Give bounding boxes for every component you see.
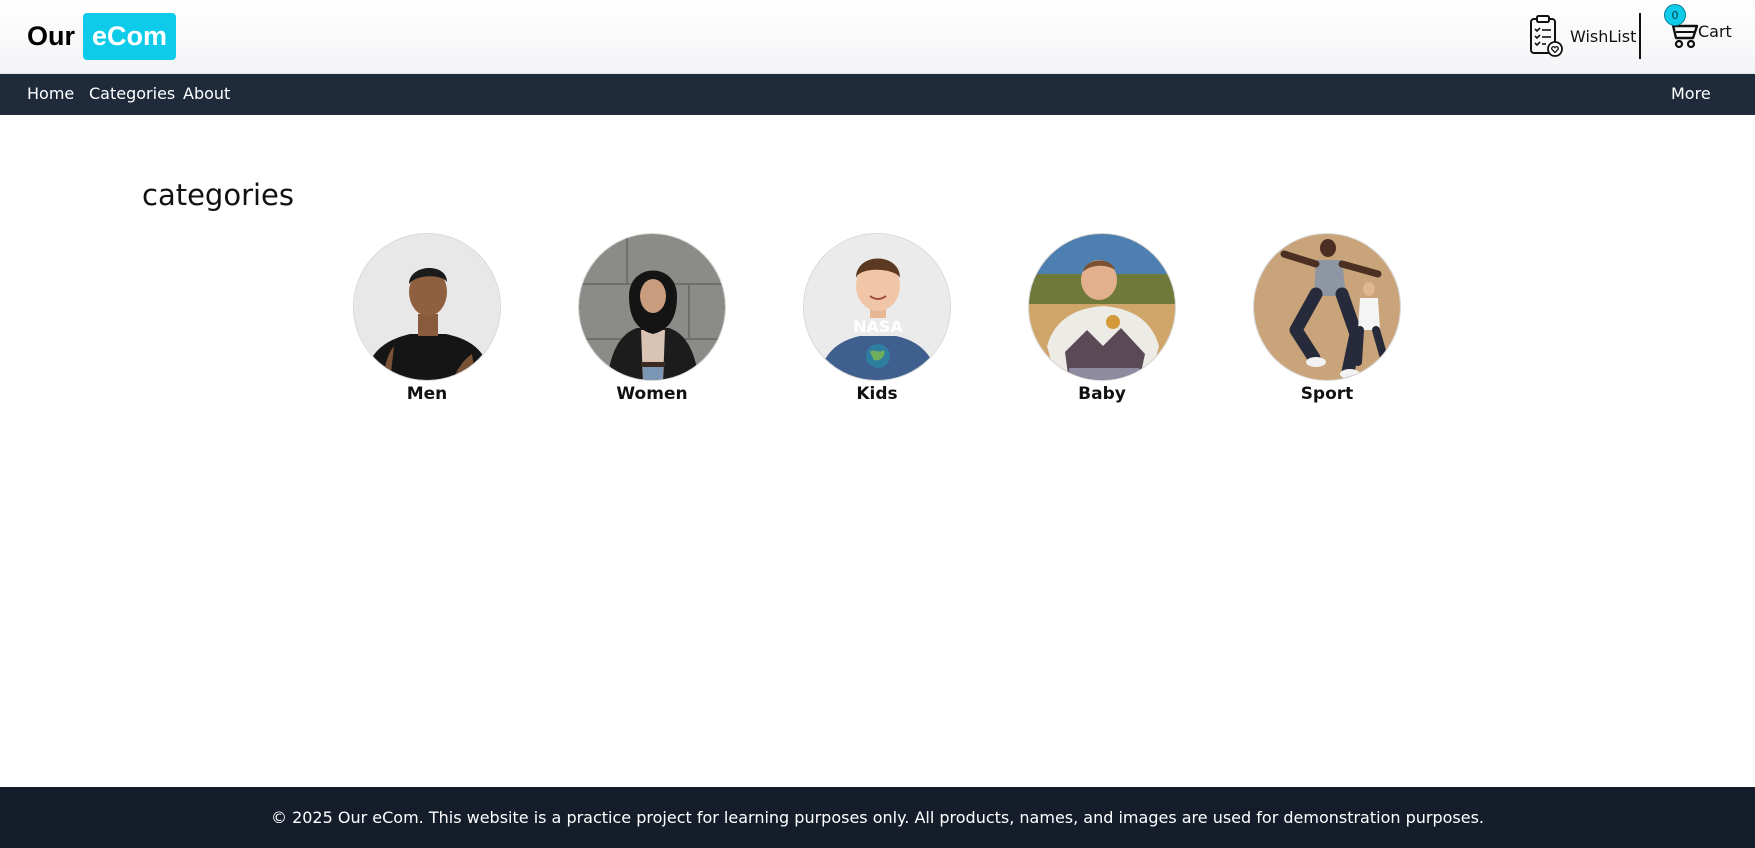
wishlist-link[interactable]: WishList: [1528, 14, 1636, 58]
wishlist-clipboard-icon: [1530, 15, 1563, 57]
page-title: categories: [142, 178, 295, 212]
cart-count-badge: 0: [1664, 4, 1686, 26]
women-category-image: [578, 233, 726, 381]
header: Our eCom WishList 0 Cart: [0, 0, 1755, 74]
logo-text-our: Our: [27, 21, 76, 51]
category-label-kids: Kids: [856, 384, 898, 404]
footer: © 2025 Our eCom. This website is a pract…: [0, 787, 1755, 848]
category-label-sport: Sport: [1300, 384, 1354, 404]
category-card-men[interactable]: Men: [353, 233, 501, 411]
nav-item-categories[interactable]: Categories: [89, 84, 175, 103]
category-card-baby[interactable]: Baby: [1028, 233, 1176, 411]
nav-item-more[interactable]: More: [1671, 84, 1711, 103]
nav-item-home[interactable]: Home: [27, 84, 74, 103]
wishlist-label: WishList: [1570, 26, 1637, 46]
nav-item-about[interactable]: About: [183, 84, 230, 103]
svg-text:NASA: NASA: [853, 317, 903, 336]
category-label-baby: Baby: [1078, 384, 1126, 404]
category-card-sport[interactable]: Sport: [1253, 233, 1401, 411]
category-card-kids[interactable]: NASA Kids: [803, 233, 951, 411]
sport-category-image: [1253, 233, 1401, 381]
baby-category-image: [1028, 233, 1176, 381]
logo[interactable]: Our eCom: [27, 13, 177, 60]
men-category-image: [353, 233, 501, 381]
logo-text-ecom: eCom: [83, 13, 177, 60]
cart-button[interactable]: 0 Cart: [1662, 4, 1732, 50]
kids-category-image: NASA: [803, 233, 951, 381]
cart-label: Cart: [1698, 22, 1732, 41]
category-label-women: Women: [616, 384, 688, 404]
category-card-women[interactable]: Women: [578, 233, 726, 411]
category-label-men: Men: [406, 384, 448, 404]
header-divider: [1639, 13, 1641, 59]
footer-copyright: © 2025 Our eCom. This website is a pract…: [270, 808, 1485, 827]
main-nav: Home Categories About More: [0, 74, 1755, 115]
